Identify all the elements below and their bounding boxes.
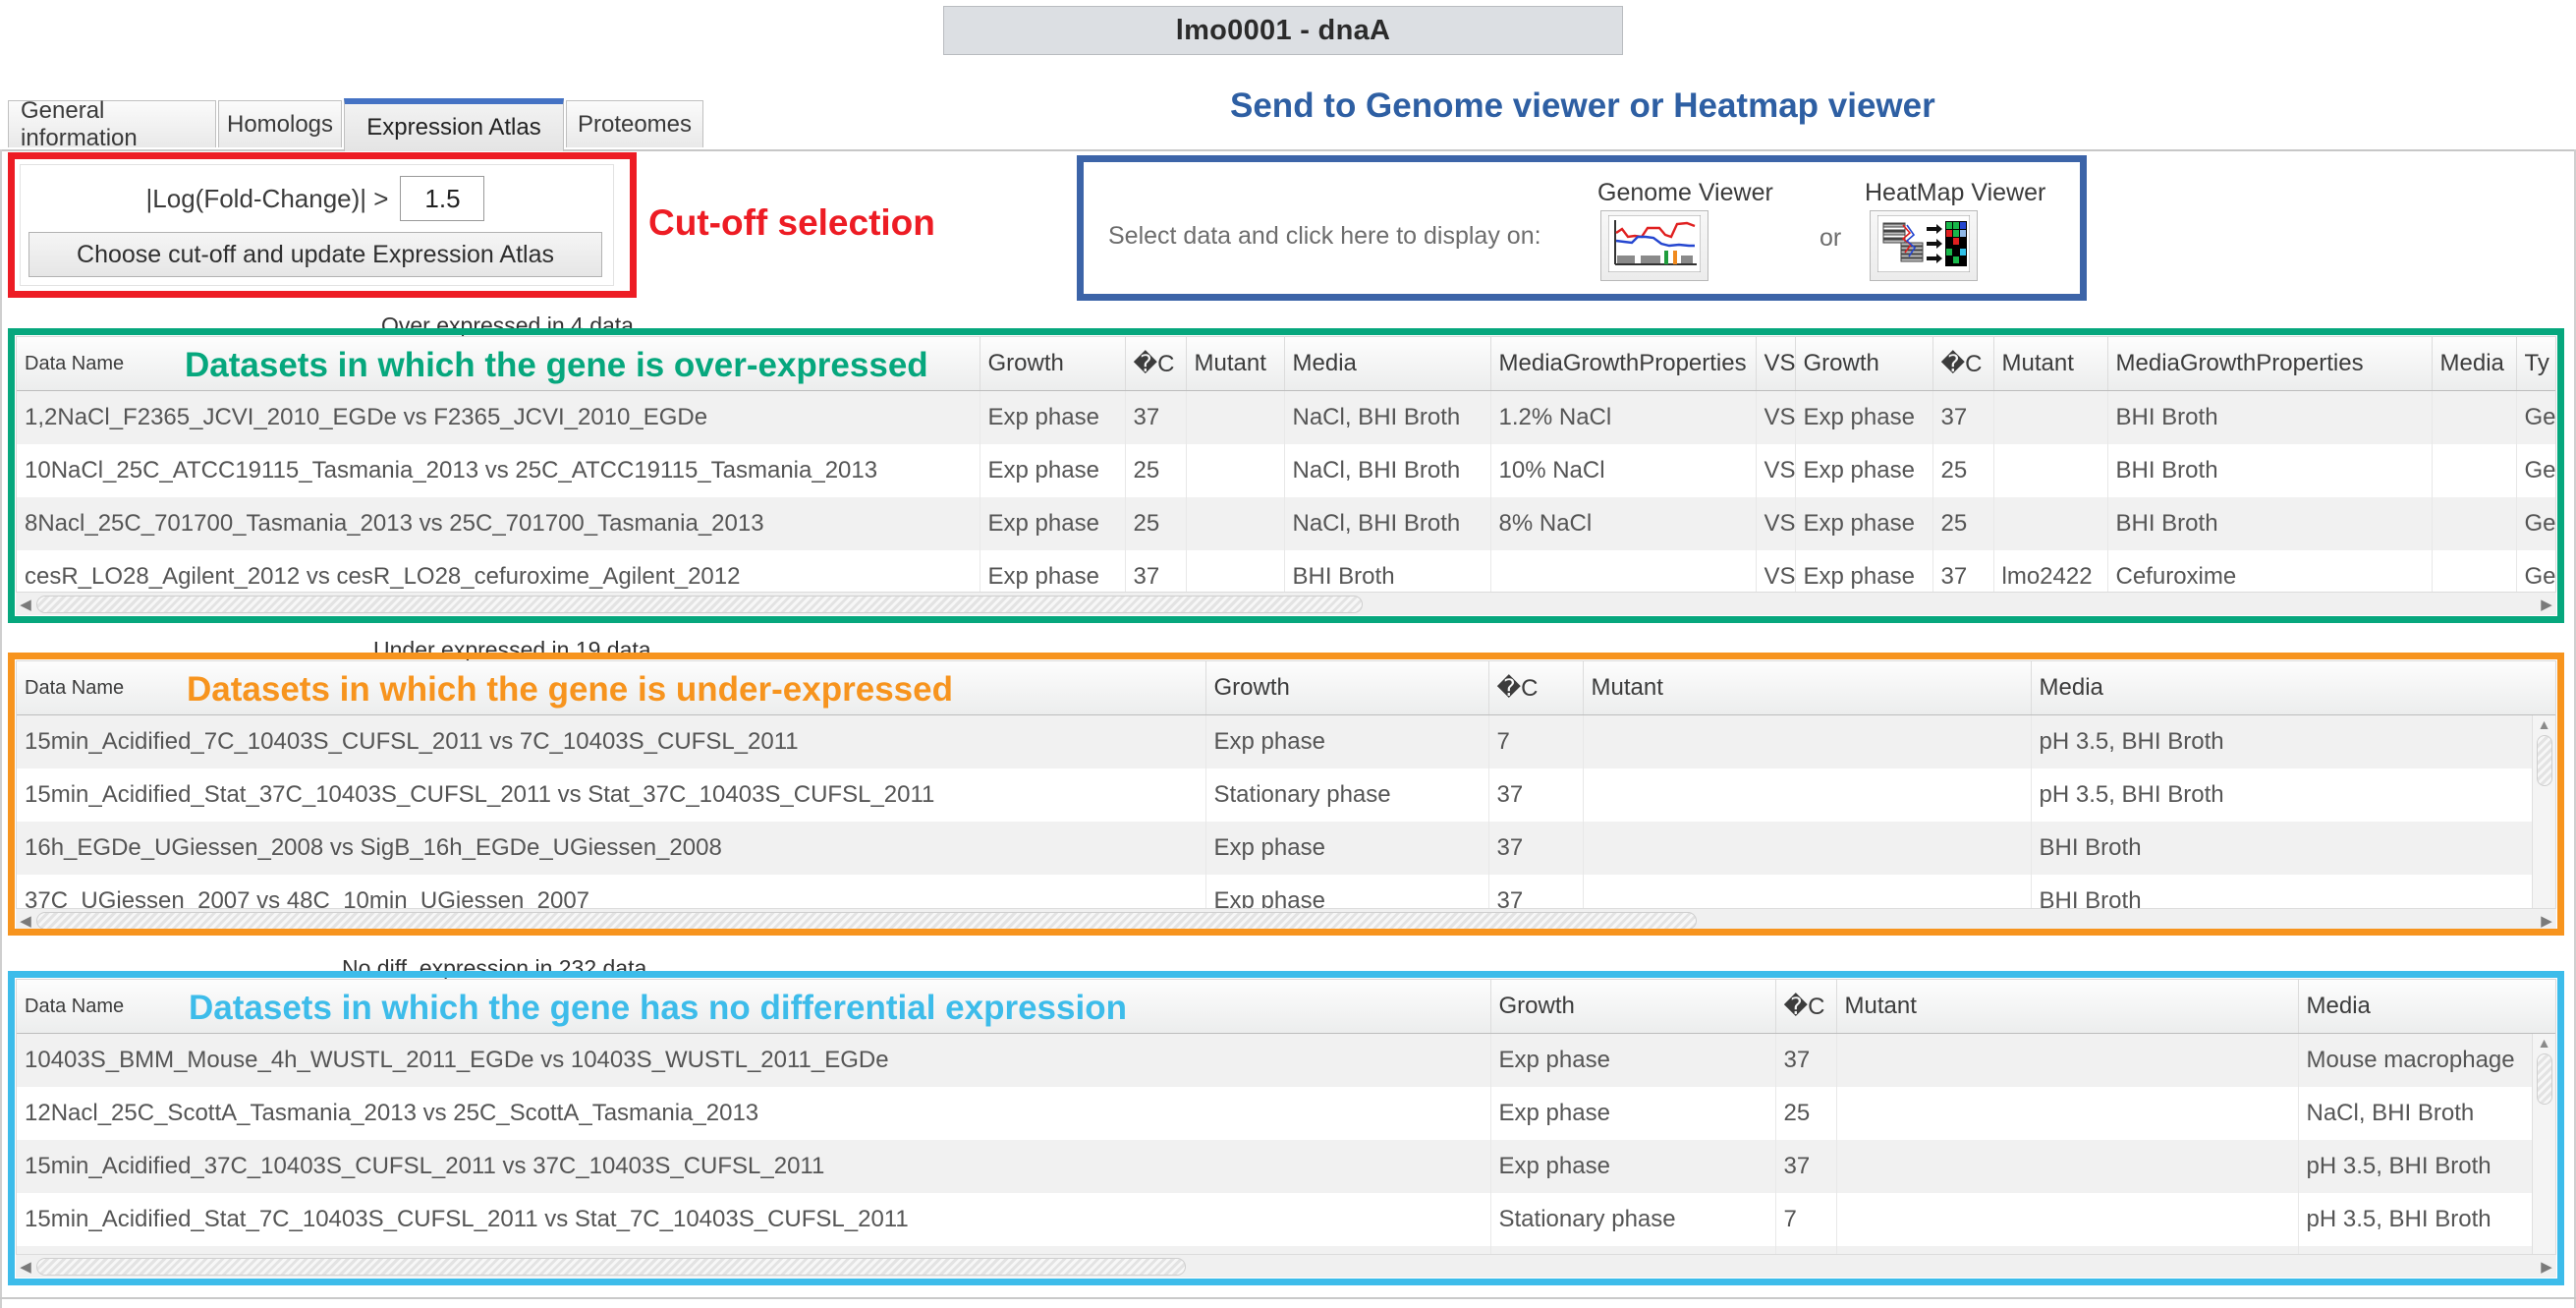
annotation-cutoff-selection: Cut-off selection [648,202,935,243]
tab-bar: General information Homologs Expression … [0,97,2576,151]
annotation-box-under-expressed [8,653,2564,936]
annotation-box-over-expressed [8,328,2564,623]
tab-expression-atlas[interactable]: Expression Atlas [344,98,564,151]
page-title: lmo0001 - dnaA [943,6,1623,55]
tab-homologs[interactable]: Homologs [218,100,342,147]
panel-left-border [0,149,2,1308]
tab-proteomes[interactable]: Proteomes [566,100,703,147]
annotation-box-cutoff [8,152,637,298]
tab-general-information[interactable]: General information [8,97,216,151]
annotation-box-no-diff [8,971,2564,1285]
annotation-box-send-to [1077,155,2087,301]
page-bottom-rule [0,1297,2576,1299]
